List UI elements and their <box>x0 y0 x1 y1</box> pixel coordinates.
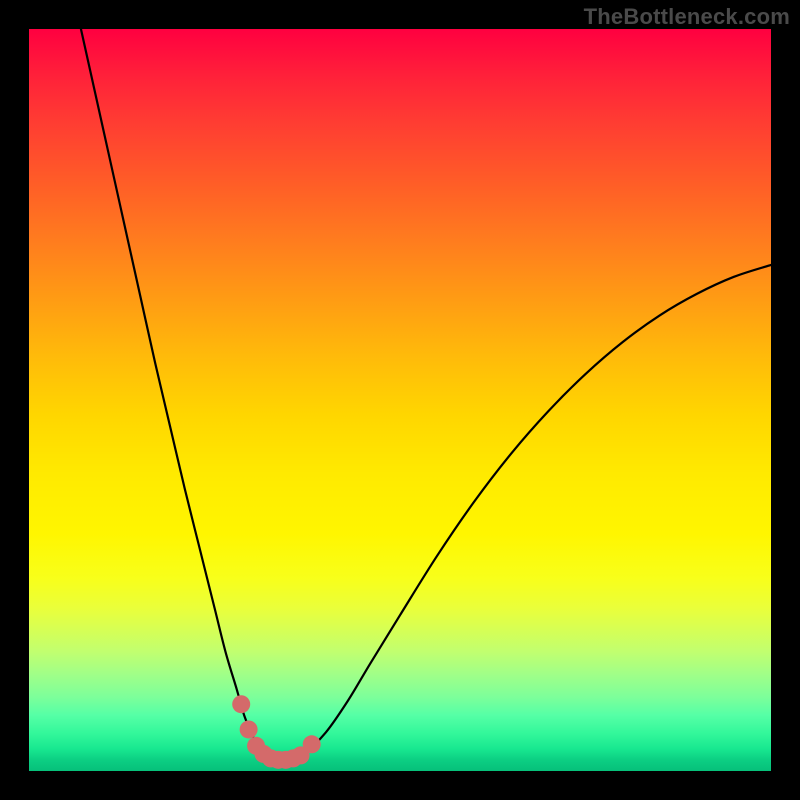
chart-svg <box>29 29 771 771</box>
plot-area <box>29 29 771 771</box>
watermark-text: TheBottleneck.com <box>584 4 790 30</box>
marker-point <box>232 695 250 713</box>
marker-point <box>240 720 258 738</box>
marker-point <box>303 735 321 753</box>
bottleneck-curve-path <box>81 29 771 760</box>
curve-group <box>81 29 771 760</box>
marker-cluster-group <box>232 695 320 769</box>
chart-frame: TheBottleneck.com <box>0 0 800 800</box>
